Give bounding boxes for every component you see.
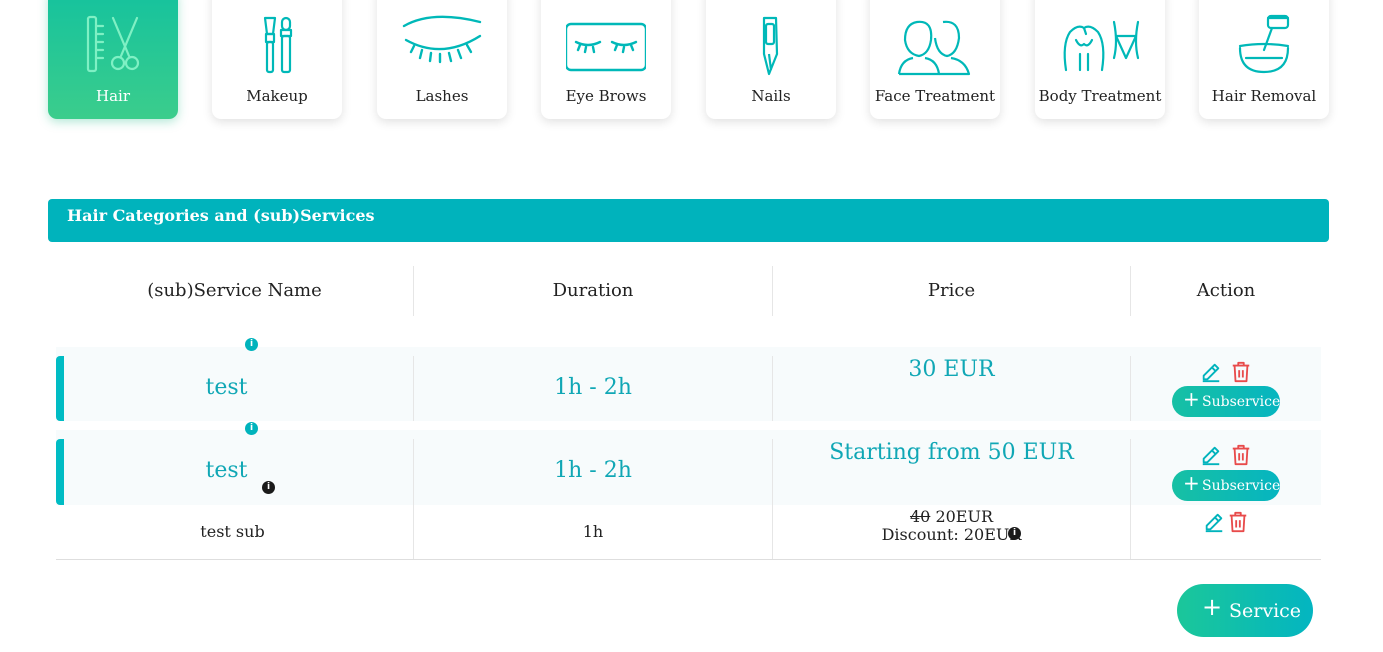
subservice-duration: 1h: [582, 522, 604, 541]
subservice-name: test sub: [200, 522, 265, 541]
wax-bowl-icon: [1238, 14, 1290, 74]
makeup-brush-icon: [263, 16, 293, 74]
service-name: test: [205, 375, 248, 400]
plus-icon: +: [1183, 387, 1200, 411]
subservice-discount-line: Discount: 20EUR: [773, 525, 1130, 544]
info-icon[interactable]: i: [245, 422, 258, 435]
add-service-button[interactable]: + Service: [1177, 584, 1313, 637]
add-subservice-label: Subservice: [1202, 478, 1281, 494]
category-tile-face-treatment[interactable]: Face Treatment: [870, 0, 1000, 119]
delete-icon[interactable]: [1230, 444, 1252, 466]
plus-icon: +: [1183, 471, 1200, 495]
column-divider: [1130, 356, 1131, 421]
category-label: Makeup: [246, 87, 308, 105]
column-divider: [1130, 439, 1131, 505]
subservice-price: 40 20EUR: [773, 507, 1130, 526]
column-divider: [772, 266, 773, 316]
category-tile-lashes[interactable]: Lashes: [377, 0, 507, 119]
eye-lashes-icon: [402, 15, 482, 64]
eyebrows-icon: [566, 22, 646, 72]
category-tile-makeup[interactable]: Makeup: [212, 0, 342, 119]
comb-scissors-icon: [86, 15, 140, 73]
column-header-name: (sub)Service Name: [147, 280, 322, 301]
add-subservice-label: Subservice: [1202, 394, 1281, 410]
category-label: Face Treatment: [874, 87, 996, 105]
category-tile-eye-brows[interactable]: Eye Brows: [541, 0, 671, 119]
delete-icon[interactable]: [1230, 361, 1252, 383]
body-icon: [1063, 20, 1140, 72]
add-service-label: Service: [1229, 600, 1302, 622]
category-label: Nails: [751, 87, 791, 105]
column-divider: [1130, 266, 1131, 316]
info-icon[interactable]: i: [1008, 527, 1021, 540]
category-tile-hair[interactable]: Hair: [48, 0, 178, 119]
edit-icon[interactable]: [1200, 361, 1222, 383]
column-header-action: Action: [1196, 280, 1256, 301]
column-header-price: Price: [927, 280, 976, 301]
service-duration: 1h - 2h: [554, 458, 632, 483]
category-label: Lashes: [415, 87, 469, 105]
service-name: test: [205, 458, 248, 483]
service-price: 30 EUR: [908, 357, 995, 382]
info-icon[interactable]: i: [245, 338, 258, 351]
category-label: Hair: [96, 87, 130, 105]
category-tile-hair-removal[interactable]: Hair Removal: [1199, 0, 1329, 119]
add-subservice-button[interactable]: + Subservice: [1172, 470, 1280, 501]
plus-icon: +: [1202, 593, 1223, 621]
category-label: Eye Brows: [565, 87, 647, 105]
table-bottom-border: [56, 559, 1321, 560]
category-tile-body-treatment[interactable]: Body Treatment: [1035, 0, 1165, 119]
new-price: 20EUR: [935, 507, 994, 526]
add-subservice-button[interactable]: + Subservice: [1172, 386, 1280, 417]
column-divider: [413, 266, 414, 316]
edit-icon[interactable]: [1200, 444, 1222, 466]
delete-icon[interactable]: [1227, 511, 1249, 533]
old-price: 40: [909, 507, 931, 526]
discount-text: Discount: 20EUR: [881, 525, 1022, 544]
category-tiles: Hair Makeup Lashes Eye Brows Nails Face …: [0, 0, 1383, 140]
service-duration: 1h - 2h: [554, 375, 632, 400]
section-header-bar: Hair Categories and (sub)Services: [48, 199, 1329, 242]
section-title: Hair Categories and (sub)Services: [67, 206, 375, 225]
category-label: Body Treatment: [1038, 87, 1162, 105]
category-tile-nails[interactable]: Nails: [706, 0, 836, 119]
category-label: Hair Removal: [1211, 87, 1317, 105]
column-header-duration: Duration: [552, 280, 634, 301]
edit-icon[interactable]: [1203, 511, 1225, 533]
column-divider: [1130, 505, 1131, 559]
nail-file-icon: [762, 16, 779, 76]
service-price: Starting from 50 EUR: [829, 440, 1074, 465]
faces-icon: [897, 20, 971, 76]
